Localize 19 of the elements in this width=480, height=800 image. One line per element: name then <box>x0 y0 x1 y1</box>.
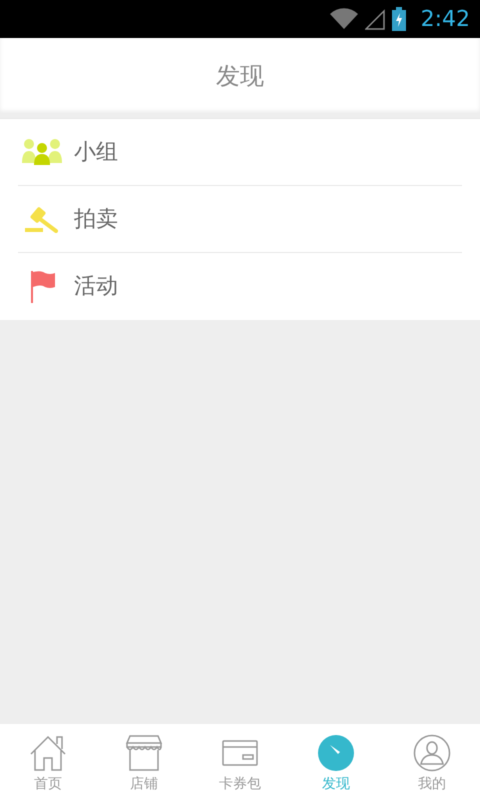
signal-icon <box>364 8 385 30</box>
page-title: 发现 <box>216 60 264 92</box>
tab[interactable]: 卡券包 <box>192 724 288 800</box>
battery-icon <box>390 7 407 31</box>
people-icon <box>22 139 62 165</box>
wifi-icon <box>328 8 359 30</box>
compass-icon <box>317 734 355 772</box>
list-item[interactable]: 小组 <box>18 119 462 186</box>
list-item[interactable]: 拍卖 <box>18 186 462 253</box>
tab[interactable]: 店铺 <box>96 724 192 800</box>
gavel-icon <box>24 205 60 233</box>
user-icon <box>413 734 451 772</box>
home-icon <box>29 734 67 772</box>
tab[interactable]: 首页 <box>0 724 96 800</box>
tab[interactable]: 发现 <box>288 724 384 800</box>
list-item[interactable]: 活动 <box>18 253 462 320</box>
clock-time: 2:42 <box>420 6 470 34</box>
tab[interactable]: 我的 <box>384 724 480 800</box>
storefront-icon <box>125 734 163 772</box>
